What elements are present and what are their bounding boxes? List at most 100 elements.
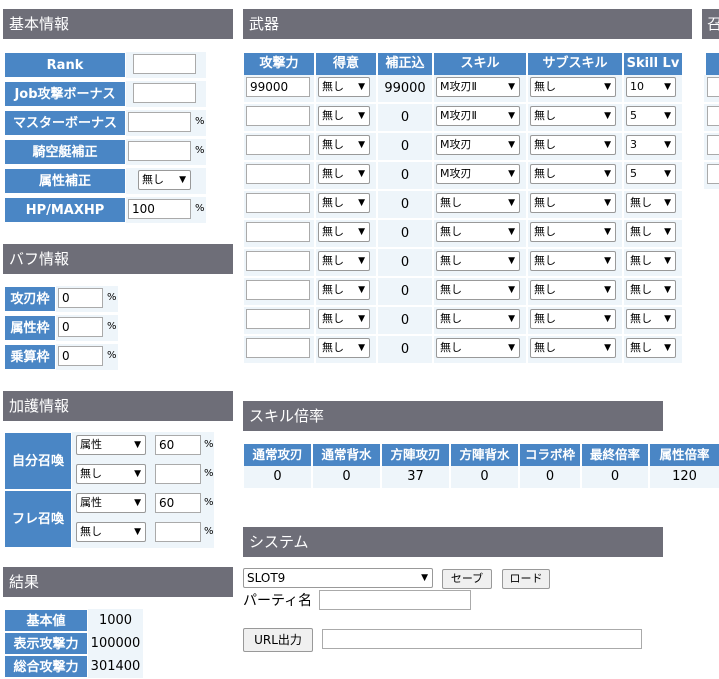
weapon-skill-level-select[interactable]: 無し ▼ [626, 280, 676, 300]
weapon-attack-input[interactable] [246, 135, 310, 155]
chevron-down-icon: ▼ [664, 169, 671, 179]
chevron-down-icon: ▼ [508, 111, 515, 121]
weapon-subskill-select[interactable]: 無し ▼ [530, 77, 616, 97]
summon-column-header [706, 53, 719, 75]
weapon-favorite-select[interactable]: 無し ▼ [318, 280, 370, 300]
slot-select[interactable]: SLOT9 ▼ [243, 568, 433, 588]
weapon-skill-select[interactable]: 無し ▼ [436, 280, 520, 300]
weapon-subskill-select[interactable]: 無し ▼ [530, 164, 616, 184]
weapon-skill-level-select[interactable]: 無し ▼ [626, 222, 676, 242]
weapon-subskill-select[interactable]: 無し ▼ [530, 251, 616, 271]
weapon-subskill-select[interactable]: 無し ▼ [530, 135, 616, 155]
skill-rate-value: 0 [582, 466, 648, 488]
buff-input[interactable] [58, 317, 103, 337]
summon-input[interactable] [707, 135, 719, 155]
url-output-button[interactable]: URL出力 [243, 628, 313, 652]
weapon-skill-select[interactable]: M攻刃 ▼ [436, 135, 520, 155]
weapon-skill-select[interactable]: 無し ▼ [436, 251, 520, 271]
weapon-favorite-select[interactable]: 無し ▼ [318, 309, 370, 329]
weapon-attack-input[interactable] [246, 222, 310, 242]
weapon-favorite-select[interactable]: 無し ▼ [318, 338, 370, 358]
weapon-subskill-select[interactable]: 無し ▼ [530, 309, 616, 329]
weapon-favorite-select[interactable]: 無し ▼ [318, 135, 370, 155]
weapon-skill-select[interactable]: M攻刃Ⅱ ▼ [436, 77, 520, 97]
weapon-attack-input[interactable] [246, 251, 310, 271]
weapon-subskill-select[interactable]: 無し ▼ [530, 280, 616, 300]
hp-input[interactable] [128, 199, 191, 219]
weapon-skill-select[interactable]: 無し ▼ [436, 193, 520, 213]
attribute-label: 属性補正 [4, 168, 126, 194]
friend-summon-value-input[interactable] [155, 522, 201, 542]
weapon-skill-select[interactable]: M攻刃Ⅱ ▼ [436, 106, 520, 126]
weapon-attack-input[interactable] [246, 309, 310, 329]
chevron-down-icon: ▼ [604, 140, 611, 150]
buff-input[interactable] [58, 288, 103, 308]
weapon-skill-level-select[interactable]: 10 ▼ [626, 77, 676, 97]
skill-rate-header-cell: 方陣攻刃 [382, 444, 449, 466]
skill-rate-value: 0 [451, 466, 518, 488]
chevron-down-icon: ▼ [508, 198, 515, 208]
airship-label: 騎空艇補正 [4, 139, 126, 165]
friend-summon-value-input[interactable] [155, 493, 201, 513]
weapon-skill-level-select[interactable]: 3 ▼ [626, 135, 676, 155]
weapon-subskill-select[interactable]: 無し ▼ [530, 193, 616, 213]
chevron-down-icon: ▼ [134, 498, 141, 508]
summon-input[interactable] [707, 164, 719, 184]
weapon-attack-input[interactable] [246, 164, 310, 184]
url-output-field[interactable] [322, 629, 642, 649]
master-bonus-input[interactable] [128, 112, 191, 132]
weapon-favorite-select[interactable]: 無し ▼ [318, 106, 370, 126]
weapon-favorite-select[interactable]: 無し ▼ [318, 222, 370, 242]
weapon-skill-select[interactable]: 無し ▼ [436, 309, 520, 329]
weapon-favorite-select[interactable]: 無し ▼ [318, 164, 370, 184]
weapon-skill-level-select[interactable]: 無し ▼ [626, 193, 676, 213]
summon-input[interactable] [707, 77, 719, 97]
weapon-skill-select[interactable]: M攻刃 ▼ [436, 164, 520, 184]
chevron-down-icon: ▼ [664, 140, 671, 150]
self-summon-value-input[interactable] [155, 435, 201, 455]
self-summon-type-select[interactable]: 無し ▼ [76, 464, 146, 484]
buff-input[interactable] [58, 346, 103, 366]
weapon-favorite-select[interactable]: 無し ▼ [318, 77, 370, 97]
weapon-corrected-value: 0 [400, 139, 410, 154]
weapon-favorite-select[interactable]: 無し ▼ [318, 193, 370, 213]
skill-rate-header-cell: 通常攻刃 [244, 444, 311, 466]
chevron-down-icon: ▼ [134, 469, 141, 479]
rank-input[interactable] [133, 54, 196, 74]
weapon-skill-select[interactable]: 無し ▼ [436, 338, 520, 358]
attribute-select[interactable]: 無し ▼ [138, 170, 191, 190]
weapon-favorite-select[interactable]: 無し ▼ [318, 251, 370, 271]
weapon-skill-level-select[interactable]: 5 ▼ [626, 106, 676, 126]
save-button[interactable]: セーブ [442, 569, 492, 589]
summon-input[interactable] [707, 106, 719, 126]
self-summon-type-select[interactable]: 属性 ▼ [76, 435, 146, 455]
weapon-subskill-select[interactable]: 無し ▼ [530, 338, 616, 358]
friend-summon-type-select[interactable]: 無し ▼ [76, 522, 146, 542]
weapon-skill-level-select[interactable]: 無し ▼ [626, 251, 676, 271]
weapon-subskill-select[interactable]: 無し ▼ [530, 222, 616, 242]
weapon-subskill-select[interactable]: 無し ▼ [530, 106, 616, 126]
party-name-label: パーティ名 [243, 593, 313, 609]
chevron-down-icon: ▼ [604, 111, 611, 121]
weapon-skill-select[interactable]: 無し ▼ [436, 222, 520, 242]
weapon-attack-input[interactable] [246, 338, 310, 358]
weapon-attack-input[interactable] [246, 106, 310, 126]
percent-sign: % [204, 468, 214, 479]
percent-sign: % [204, 526, 214, 537]
weapon-skill-level-select[interactable]: 無し ▼ [626, 309, 676, 329]
skill-rate-header-cell: 方陣背水 [451, 444, 518, 466]
friend-summon-type-select[interactable]: 属性 ▼ [76, 493, 146, 513]
airship-input[interactable] [128, 141, 191, 161]
chevron-down-icon: ▼ [664, 227, 671, 237]
weapon-attack-input[interactable] [246, 280, 310, 300]
job-bonus-input[interactable] [133, 83, 196, 103]
result-label: 基本値 [4, 609, 88, 632]
weapon-attack-input[interactable] [246, 193, 310, 213]
self-summon-value-input[interactable] [155, 464, 201, 484]
weapon-corrected-value: 0 [400, 255, 410, 270]
party-name-input[interactable] [319, 590, 471, 610]
weapon-skill-level-select[interactable]: 無し ▼ [626, 338, 676, 358]
weapon-attack-input[interactable] [246, 77, 310, 97]
load-button[interactable]: ロード [502, 569, 550, 589]
weapon-skill-level-select[interactable]: 5 ▼ [626, 164, 676, 184]
